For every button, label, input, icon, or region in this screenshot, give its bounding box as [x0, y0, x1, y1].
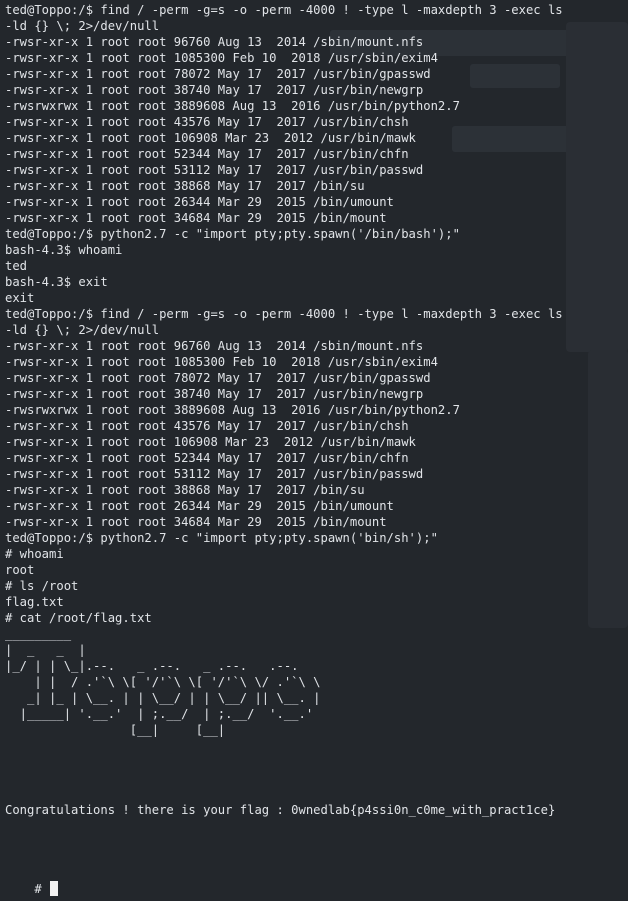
background-window-panel: [566, 22, 628, 352]
terminal-line: -rwsr-xr-x 1 root root 38868 May 17 2017…: [5, 179, 365, 193]
terminal-line: -rwsr-xr-x 1 root root 78072 May 17 2017…: [5, 67, 431, 81]
terminal-line: -rwsr-xr-x 1 root root 106908 Mar 23 201…: [5, 435, 416, 449]
terminal-line: # whoami: [5, 547, 64, 561]
shell-prompt: #: [34, 882, 50, 896]
terminal-line: ted@Toppo:/$ find / -perm -g=s -o -perm …: [5, 3, 563, 17]
terminal-line: ted: [5, 259, 28, 273]
terminal-line: -ld {} \; 2>/dev/null: [5, 19, 160, 33]
terminal-line: |_/ | | \_|.--. _ .--. _ .--. .--.: [5, 659, 299, 673]
background-window-panel: [588, 350, 628, 628]
terminal-line: _| |_ | \__. | | \__/ | | \__/ || \__. |: [5, 691, 321, 705]
terminal-line: ted@Toppo:/$ python2.7 -c "import pty;pt…: [5, 227, 460, 241]
terminal-output: ted@Toppo:/$ find / -perm -g=s -o -perm …: [5, 2, 563, 866]
terminal-line: -rwsr-xr-x 1 root root 106908 Mar 23 201…: [5, 131, 416, 145]
terminal-line: exit: [5, 291, 35, 305]
terminal-line: -rwsr-xr-x 1 root root 53112 May 17 2017…: [5, 467, 424, 481]
terminal-line: -rwsr-xr-x 1 root root 52344 May 17 2017…: [5, 451, 409, 465]
terminal-line: -rwsr-xr-x 1 root root 1085300 Feb 10 20…: [5, 355, 438, 369]
text-cursor: [50, 881, 59, 896]
terminal-line: root: [5, 563, 35, 577]
terminal-line: -rwsrwxrwx 1 root root 3889608 Aug 13 20…: [5, 99, 460, 113]
terminal-line: -rwsr-xr-x 1 root root 38868 May 17 2017…: [5, 483, 365, 497]
terminal-line: -rwsr-xr-x 1 root root 38740 May 17 2017…: [5, 387, 424, 401]
terminal-line: -rwsr-xr-x 1 root root 96760 Aug 13 2014…: [5, 35, 424, 49]
terminal-line: -rwsr-xr-x 1 root root 26344 Mar 29 2015…: [5, 499, 394, 513]
terminal-line: flag.txt: [5, 595, 64, 609]
terminal-line: ted@Toppo:/$ find / -perm -g=s -o -perm …: [5, 307, 563, 321]
terminal-line: Congratulations ! there is your flag : 0…: [5, 803, 556, 817]
terminal-line: [__| [__|: [5, 723, 226, 737]
terminal-line: -rwsr-xr-x 1 root root 96760 Aug 13 2014…: [5, 339, 424, 353]
terminal-line: -rwsr-xr-x 1 root root 43576 May 17 2017…: [5, 419, 409, 433]
terminal-line: _________: [5, 627, 72, 641]
terminal-line: |_____| '.__.' | ;.__/ | ;.__/ '.__.': [5, 707, 314, 721]
terminal-line: -rwsr-xr-x 1 root root 43576 May 17 2017…: [5, 115, 409, 129]
terminal-line: -rwsr-xr-x 1 root root 34684 Mar 29 2015…: [5, 211, 387, 225]
terminal-line: # cat /root/flag.txt: [5, 611, 152, 625]
terminal-line: -rwsr-xr-x 1 root root 1085300 Feb 10 20…: [5, 51, 438, 65]
terminal-line: -rwsr-xr-x 1 root root 52344 May 17 2017…: [5, 147, 409, 161]
terminal-line: -rwsr-xr-x 1 root root 38740 May 17 2017…: [5, 83, 424, 97]
terminal-line: | _ _ |: [5, 643, 86, 657]
terminal-prompt-line[interactable]: #: [5, 865, 59, 901]
terminal-line: -rwsr-xr-x 1 root root 34684 Mar 29 2015…: [5, 515, 387, 529]
terminal-line: -rwsr-xr-x 1 root root 78072 May 17 2017…: [5, 371, 431, 385]
terminal-line: ted@Toppo:/$ python2.7 -c "import pty;pt…: [5, 531, 438, 545]
terminal-line: -rwsrwxrwx 1 root root 3889608 Aug 13 20…: [5, 403, 460, 417]
terminal-line: -rwsr-xr-x 1 root root 26344 Mar 29 2015…: [5, 195, 394, 209]
terminal-line: -ld {} \; 2>/dev/null: [5, 323, 160, 337]
terminal-line: -rwsr-xr-x 1 root root 53112 May 17 2017…: [5, 163, 424, 177]
terminal-line: bash-4.3$ exit: [5, 275, 108, 289]
terminal-line: # ls /root: [5, 579, 79, 593]
terminal-line: | | / .'`\ \[ '/'`\ \[ '/'`\ \/ .'`\ \: [5, 675, 321, 689]
terminal-window[interactable]: ted@Toppo:/$ find / -perm -g=s -o -perm …: [0, 0, 628, 901]
terminal-line: bash-4.3$ whoami: [5, 243, 123, 257]
